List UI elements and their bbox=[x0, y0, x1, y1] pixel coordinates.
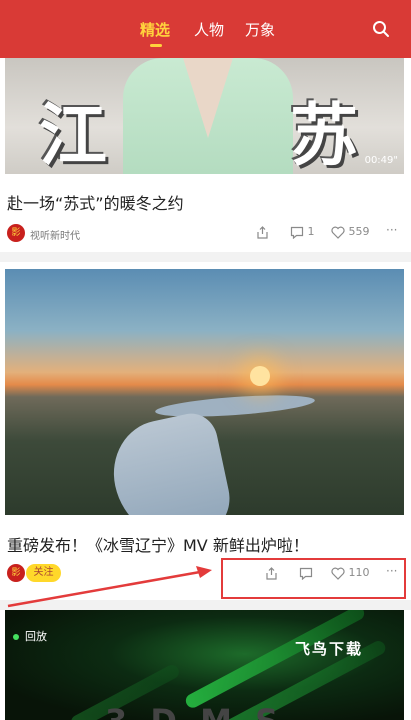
top-nav-bar: 精选 人物 万象 bbox=[0, 0, 411, 58]
annotation-arrow bbox=[7, 566, 212, 608]
like-button[interactable]: 559 bbox=[331, 225, 370, 239]
source-avatar[interactable]: 影 bbox=[7, 224, 25, 242]
live-card[interactable]: 回放 飞鸟下载 3 D M S bbox=[0, 610, 411, 720]
news-card[interactable]: 江 苏 00:49" 赴一场“苏式”的暖冬之约 影 视听新时代 1 559 ··… bbox=[0, 58, 411, 252]
share-icon[interactable] bbox=[256, 225, 269, 239]
sunset bbox=[250, 366, 270, 386]
replay-badge: 回放 bbox=[13, 628, 47, 644]
thumbnail-text-right: 苏 bbox=[290, 96, 359, 174]
tab-people[interactable]: 人物 bbox=[194, 20, 224, 40]
river bbox=[103, 408, 237, 515]
search-icon[interactable] bbox=[372, 20, 392, 40]
tab-panorama[interactable]: 万象 bbox=[245, 20, 275, 40]
replay-dot bbox=[13, 634, 19, 640]
like-count: 559 bbox=[348, 225, 370, 238]
more-icon[interactable]: ··· bbox=[386, 223, 397, 237]
video-thumbnail[interactable]: 江 苏 00:49" bbox=[5, 58, 404, 174]
source-name[interactable]: 视听新时代 bbox=[30, 227, 80, 242]
replay-label: 回放 bbox=[25, 630, 47, 643]
heart-icon bbox=[331, 226, 345, 239]
thumbnail-text-left: 江 bbox=[39, 96, 108, 174]
active-tab-indicator bbox=[150, 44, 162, 47]
thumbnail-bottom-text: 3 D M S bbox=[105, 702, 284, 720]
news-card[interactable]: 重磅发布！《冰雪辽宁》MV 新鲜出炉啦！ 影 关注 110 ··· bbox=[0, 262, 411, 600]
comment-icon bbox=[290, 226, 304, 239]
comment-count: 1 bbox=[307, 225, 315, 238]
card-title[interactable]: 赴一场“苏式”的暖冬之约 bbox=[7, 190, 184, 214]
tab-featured[interactable]: 精选 bbox=[140, 20, 170, 40]
video-thumbnail[interactable] bbox=[5, 269, 404, 515]
comment-button[interactable]: 1 bbox=[290, 225, 315, 239]
video-thumbnail[interactable]: 回放 飞鸟下载 3 D M S bbox=[5, 610, 404, 720]
highlight-box bbox=[221, 558, 406, 599]
watermark: 飞鸟下载 bbox=[295, 640, 364, 658]
card-title[interactable]: 重磅发布！《冰雪辽宁》MV 新鲜出炉啦！ bbox=[7, 532, 309, 556]
video-duration: 00:49" bbox=[364, 155, 398, 166]
